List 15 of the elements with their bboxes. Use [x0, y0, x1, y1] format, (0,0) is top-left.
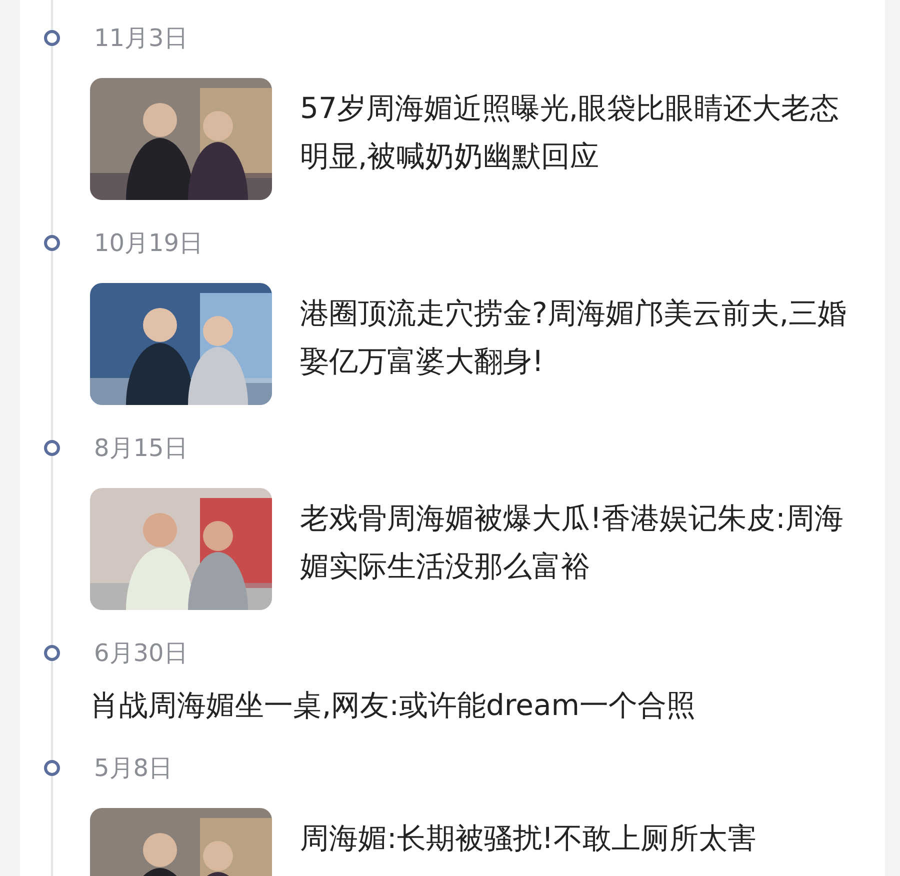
entry-date: 6月30日 — [94, 638, 188, 669]
entry-date: 8月15日 — [94, 433, 188, 464]
news-headline[interactable]: 周海媚:长期被骚扰!不敢上厕所太害 — [300, 814, 860, 862]
timeline-dot — [44, 30, 60, 46]
news-headline[interactable]: 老戏骨周海媚被爆大瓜!香港娱记朱皮:周海媚实际生活没那么富裕 — [300, 494, 860, 590]
timeline-dot — [44, 645, 60, 661]
news-headline[interactable]: 57岁周海媚近照曝光,眼袋比眼睛还大老态明显,被喊奶奶幽默回应 — [300, 84, 860, 180]
timeline-dot — [44, 440, 60, 456]
news-headline[interactable]: 港圈顶流走穴捞金?周海媚邝美云前夫,三婚娶亿万富婆大翻身! — [300, 289, 860, 385]
timeline-dot — [44, 235, 60, 251]
news-headline[interactable]: 肖战周海媚坐一桌,网友:或许能dream一个合照 — [90, 685, 885, 725]
timeline-dot — [44, 760, 60, 776]
entry-date: 10月19日 — [94, 228, 204, 259]
entry-date: 11月3日 — [94, 23, 188, 54]
entry-date: 5月8日 — [94, 753, 173, 784]
